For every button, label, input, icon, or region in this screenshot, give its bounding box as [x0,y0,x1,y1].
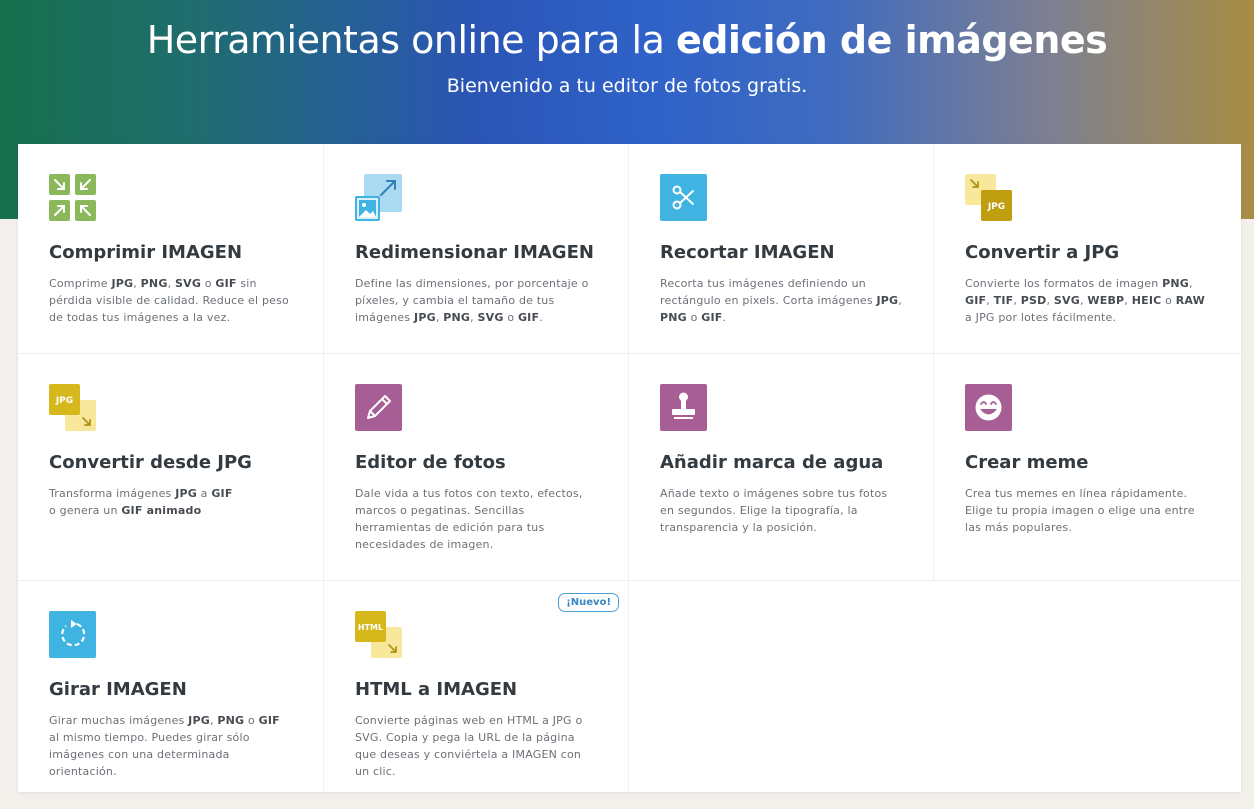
format-name: SVG [174,277,202,290]
format-name: GIF [701,311,723,324]
resize-icon [355,174,402,221]
tool-card-rotate[interactable]: Girar IMAGEN Girar muchas imágenes JPG, … [18,581,324,792]
tools-grid: Comprimir IMAGEN Comprime JPG, PNG, SVG … [18,144,1241,792]
format-name: GIF [517,311,540,324]
tool-card-resize[interactable]: Redimensionar IMAGEN Define las dimensio… [324,144,629,354]
rotate-icon [49,611,96,658]
tool-description: Dale vida a tus fotos con texto, efectos… [355,487,583,551]
format-name: SVG [477,311,504,324]
tool-title: Comprimir IMAGEN [49,242,243,263]
format-name: RAW [1175,294,1205,307]
format-name: GIF [211,487,233,500]
meme-face-icon [965,384,1012,431]
tool-description: Comprime JPG, PNG, SVG o GIF sin pérdida… [49,277,289,324]
format-name: PNG [660,311,687,324]
page-subtitle: Bienvenido a tu editor de fotos gratis. [446,75,808,97]
compress-icon [49,174,96,221]
convert-from-jpg-icon: JPG [49,384,96,431]
tool-title: Convertir a JPG [965,242,1120,263]
page-title: Herramientas online para la edición de i… [0,18,1254,62]
format-name: GIF [215,277,237,290]
page-title-part1: Herramientas online para la [146,18,665,62]
tool-title: Editor de fotos [355,452,506,473]
tool-title: Convertir desde JPG [49,452,252,473]
tool-title: Recortar IMAGEN [660,242,835,263]
html-to-image-icon: HTML [355,611,402,658]
tool-card-html-to-image[interactable]: ¡Nuevo! HTML HTML a IMAGEN Convierte pág… [324,581,629,792]
icon-label: JPG [55,396,73,406]
format-name: JPG [414,311,436,324]
tool-card-compress[interactable]: Comprimir IMAGEN Comprime JPG, PNG, SVG … [18,144,324,354]
format-name: PNG [1162,277,1189,290]
format-name: JPG [175,487,197,500]
tool-card-meme[interactable]: Crear meme Crea tus memes en línea rápid… [934,354,1241,581]
tool-title: Crear meme [965,452,1089,473]
tool-description: Girar muchas imágenes JPG, PNG o GIF al … [49,714,280,778]
pencil-icon [355,384,402,431]
format-name: GIF [965,294,987,307]
tool-description: Transforma imágenes JPG a GIF o genera un… [49,487,233,517]
tool-title: Añadir marca de agua [660,452,884,473]
format-name: GIF [258,714,280,727]
page-title-part2: edición de imágenes [675,18,1108,62]
tool-card-convert-from-jpg[interactable]: JPG Convertir desde JPG Transforma imáge… [18,354,324,581]
tool-description: Añade texto o imágenes sobre tus fotos e… [660,487,888,534]
format-name: PNG [217,714,245,727]
icon-label: HTML [358,623,383,632]
format-name: WEBP [1087,294,1125,307]
tool-card-crop[interactable]: Recortar IMAGEN Recorta tus imágenes def… [629,144,934,354]
tool-card-watermark[interactable]: Añadir marca de agua Añade texto o imáge… [629,354,934,581]
convert-to-jpg-icon: JPG [965,174,1012,221]
format-name: JPG [111,277,134,290]
tool-title: Girar IMAGEN [49,679,187,700]
format-name: SVG [1053,294,1080,307]
format-name: GIF animado [121,504,202,517]
format-name: PSD [1020,294,1047,307]
tool-title: Redimensionar IMAGEN [355,242,594,263]
new-badge: ¡Nuevo! [558,593,619,612]
format-name: JPG [876,294,899,307]
format-name: JPG [188,714,210,727]
tool-description: Recorta tus imágenes definiendo un rectá… [660,277,902,324]
icon-label: JPG [987,202,1005,212]
tool-title: HTML a IMAGEN [355,679,518,700]
tool-description: Crea tus memes en línea rápidamente. Eli… [965,487,1195,534]
format-name: TIF [993,294,1014,307]
format-name: PNG [443,311,471,324]
tool-description: Convierte los formatos de imagen PNG, GI… [965,277,1205,324]
stamp-icon [660,384,707,431]
tool-card-photo-editor[interactable]: Editor de fotos Dale vida a tus fotos co… [324,354,629,581]
tool-description: Define las dimensiones, por porcentaje o… [355,277,589,324]
format-name: HEIC [1131,294,1162,307]
tool-description: Convierte páginas web en HTML a JPG o SV… [355,714,583,778]
format-name: PNG [140,277,168,290]
scissors-icon [660,174,707,221]
tool-card-convert-to-jpg[interactable]: JPG Convertir a JPG Convierte los format… [934,144,1241,354]
